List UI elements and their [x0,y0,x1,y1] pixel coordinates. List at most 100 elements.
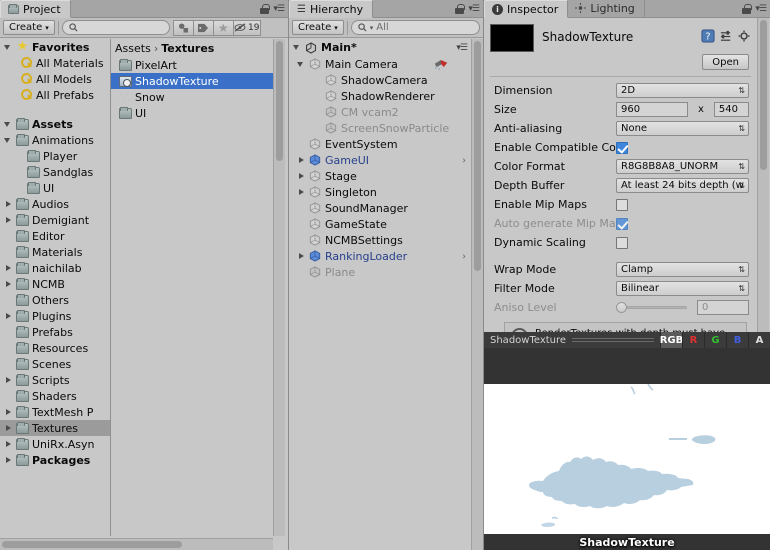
hierarchy-item[interactable]: NCMBSettings [289,232,471,248]
project-tree-item[interactable]: Textures [0,420,110,436]
favorite-all-models[interactable]: All Models [0,71,110,87]
project-menu-icon[interactable]: ▾☰ [273,4,285,14]
project-tree-item[interactable]: UI [0,180,110,196]
property-dropdown[interactable]: Clamp ⇅ [616,262,749,277]
filter-by-label-icon[interactable] [192,19,213,36]
chevron-right-icon[interactable] [4,456,13,465]
project-tree-item[interactable]: Sandglas [0,164,110,180]
assets-root-row[interactable]: Assets [0,116,110,132]
chevron-down-icon[interactable] [4,136,13,145]
tab-project[interactable]: Project [0,0,71,18]
size-height-field[interactable]: 540 [713,102,749,117]
lock-icon[interactable] [742,4,752,14]
chevron-down-icon[interactable] [4,43,13,52]
project-vscrollbar[interactable] [273,39,285,536]
chevron-right-icon[interactable] [4,376,13,385]
preview-channel-b[interactable]: B [726,332,748,348]
project-tree-item[interactable]: TextMesh P [0,404,110,420]
scene-row[interactable]: Main* ▾☰ [289,39,471,56]
project-tree-item[interactable]: UniRx.Asyn [0,436,110,452]
hierarchy-item[interactable]: Stage [289,168,471,184]
preview-channel-rgb[interactable]: RGB [660,332,683,348]
hierarchy-vscrollbar[interactable] [471,39,483,550]
hierarchy-item[interactable]: ShadowRenderer [289,88,471,104]
chevron-right-icon[interactable] [4,264,13,273]
prefab-open-arrow-icon[interactable]: › [462,156,466,166]
hidden-assets-toggle[interactable]: 19 [232,19,261,36]
hierarchy-item[interactable]: GameUI › [289,152,471,168]
hierarchy-item[interactable]: ShadowCamera [289,72,471,88]
hierarchy-item[interactable]: Plane [289,264,471,280]
scene-menu-icon[interactable]: ▾☰ [456,43,468,53]
chevron-right-icon[interactable] [4,280,13,289]
chevron-right-icon[interactable] [297,252,306,261]
property-dropdown[interactable]: None ⇅ [616,121,749,136]
chevron-right-icon[interactable] [4,440,13,449]
favorite-all-prefabs[interactable]: All Prefabs [0,87,110,103]
project-asset-item[interactable]: UI [111,105,273,121]
open-button[interactable]: Open [702,54,749,70]
project-tree-item[interactable]: Shaders [0,388,110,404]
project-create-button[interactable]: Create ▾ [3,20,55,35]
favorite-all-materials[interactable]: All Materials [0,55,110,71]
chevron-right-icon[interactable] [297,188,306,197]
help-book-icon[interactable]: ? [701,29,715,46]
chevron-right-icon[interactable] [4,312,13,321]
project-tree-item[interactable]: Resources [0,340,110,356]
project-asset-item[interactable]: Snow [111,89,273,105]
project-tree-item[interactable]: Animations [0,132,110,148]
preview-channel-g[interactable]: G [704,332,726,348]
hierarchy-item[interactable]: Main Camera [289,56,471,72]
project-tree-item[interactable]: Editor [0,228,110,244]
filter-by-type-icon[interactable] [172,19,193,36]
property-dropdown[interactable]: R8G8B8A8_UNORM ⇅ [616,159,749,174]
property-checkbox[interactable] [616,198,628,211]
chevron-right-icon[interactable] [4,200,13,209]
chevron-right-icon[interactable] [297,156,306,165]
project-tree-item[interactable]: Demigiant [0,212,110,228]
hierarchy-scroll-thumb[interactable] [474,41,481,271]
project-tree-item[interactable]: Materials [0,244,110,260]
packages-root-row[interactable]: Packages [0,452,110,468]
preview-channel-r[interactable]: R [682,332,704,348]
chevron-right-icon[interactable] [4,216,13,225]
hierarchy-item[interactable]: ScreenSnowParticle [289,120,471,136]
chevron-down-icon[interactable] [293,43,302,52]
preview-channel-a[interactable]: A [748,332,770,348]
hierarchy-create-button[interactable]: Create ▾ [292,20,344,35]
project-tree-item[interactable]: Prefabs [0,324,110,340]
favorite-star-icon[interactable]: ★ [212,19,233,36]
project-tree-item[interactable]: Scenes [0,356,110,372]
property-dropdown[interactable]: Bilinear ⇅ [616,281,749,296]
project-hscroll-thumb[interactable] [2,541,182,548]
chevron-down-icon[interactable] [297,60,306,69]
project-scroll-thumb[interactable] [276,41,283,161]
property-checkbox[interactable] [616,236,628,249]
property-dropdown[interactable]: 2D ⇅ [616,83,749,98]
hierarchy-item[interactable]: Singleton [289,184,471,200]
breadcrumb-current[interactable]: Textures [161,42,214,55]
preview-viewport[interactable]: ShadowTexture [484,348,770,550]
inspector-scroll-thumb[interactable] [760,20,767,170]
inspector-vscrollbar[interactable] [757,18,769,332]
chevron-right-icon[interactable] [297,172,306,181]
property-dropdown[interactable]: At least 24 bits depth (with stencil)⇅ [616,178,749,193]
gear-icon[interactable] [738,30,751,46]
project-tree-item[interactable]: Audios [0,196,110,212]
hierarchy-item[interactable]: SoundManager [289,200,471,216]
tab-hierarchy[interactable]: ☰ Hierarchy [289,0,374,18]
hierarchy-item[interactable]: CM vcam2 [289,104,471,120]
size-width-field[interactable]: 960 [616,102,688,117]
lock-icon[interactable] [455,4,465,14]
favorites-group[interactable]: ★ Favorites [0,39,110,55]
tab-lighting[interactable]: Lighting [568,0,645,17]
project-tree-item[interactable]: Others [0,292,110,308]
hierarchy-search-input[interactable]: ▾ All [350,20,480,35]
prefab-open-arrow-icon[interactable]: › [462,252,466,262]
project-tree-item[interactable]: Plugins [0,308,110,324]
chevron-right-icon[interactable] [4,424,13,433]
project-tree-item[interactable]: Player [0,148,110,164]
tab-inspector[interactable]: i Inspector [484,0,569,18]
chevron-down-icon[interactable] [4,120,13,129]
preset-icon[interactable] [720,30,733,46]
